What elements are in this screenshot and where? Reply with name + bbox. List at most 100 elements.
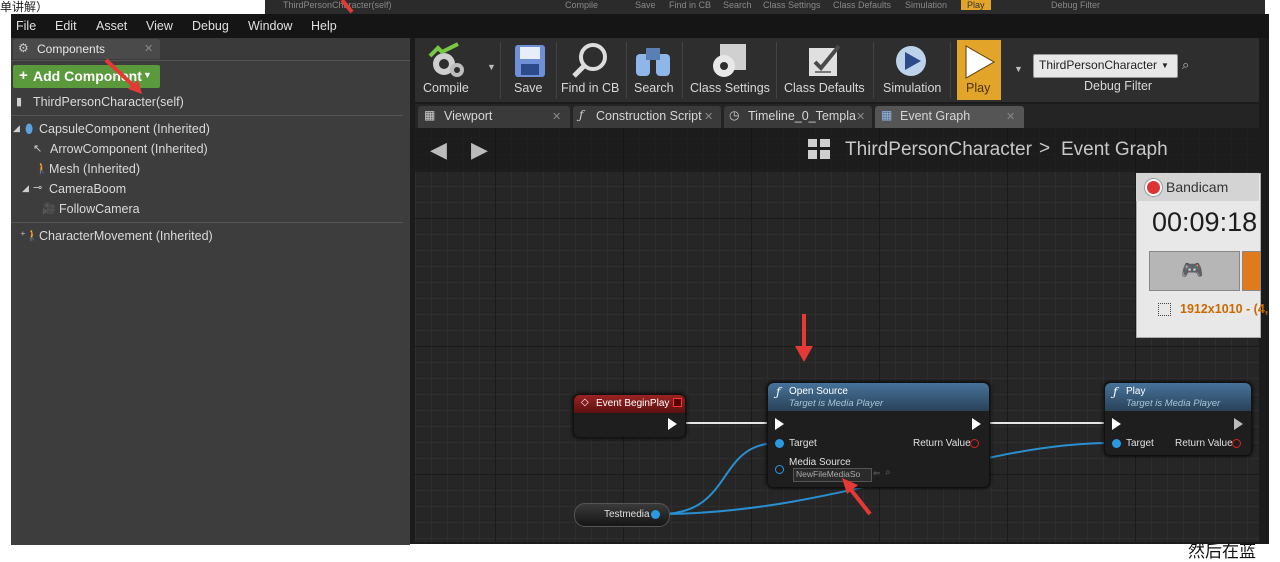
close-icon[interactable]: ✕ — [552, 110, 561, 123]
node-subtitle: Target is Media Player — [789, 398, 884, 409]
simulation-label: Simulation — [883, 81, 942, 95]
class-defaults-icon — [809, 44, 841, 76]
strip-item: Play — [961, 0, 991, 10]
toolbar-divider — [776, 42, 777, 98]
play-icon — [965, 45, 996, 79]
strip-item: Simulation — [905, 0, 948, 10]
event-icon: ◇ — [581, 397, 589, 408]
node-title: Open Source — [789, 386, 848, 397]
return-value-pin[interactable] — [970, 439, 979, 448]
node-subtitle: Target is Media Player — [1126, 398, 1221, 409]
menu-asset[interactable]: Asset — [96, 19, 127, 33]
class-settings-icon — [713, 44, 746, 77]
exec-out-pin[interactable] — [1234, 418, 1243, 430]
tree-item-arrow[interactable]: ArrowComponent (Inherited) — [50, 142, 208, 156]
node-title: Play — [1126, 386, 1146, 397]
debug-filter-value: ThirdPersonCharacter — [1039, 58, 1158, 72]
annotation-arrow-icon — [340, 0, 354, 14]
close-icon[interactable]: ✕ — [144, 42, 153, 55]
annotation-arrow-icon — [795, 314, 813, 362]
capsule-icon: ⬮ — [25, 121, 34, 136]
tree-item-self[interactable]: ThirdPersonCharacter(self) — [33, 95, 184, 109]
variable-out-pin[interactable] — [651, 510, 660, 519]
pin-label: Target — [789, 438, 817, 449]
menu-edit[interactable]: Edit — [55, 19, 77, 33]
gamepad-icon: 🎮 — [1181, 260, 1204, 280]
class-defaults-label: Class Defaults — [784, 81, 865, 95]
delegate-pin-icon[interactable] — [673, 398, 682, 407]
toolbar-divider — [500, 42, 501, 98]
movement-icon: ⁺🚶 — [20, 230, 40, 242]
components-tab-label: Components — [37, 42, 106, 56]
search-icon[interactable]: ⌕ — [1182, 57, 1189, 73]
tree-item-followcamera[interactable]: FollowCamera — [59, 202, 140, 216]
search-binoculars-icon — [636, 48, 670, 76]
exec-out-pin[interactable] — [972, 418, 981, 430]
background-window-strip: ThirdPersonCharacter(self) Compile Save … — [265, 0, 1265, 14]
function-icon: ƒ — [579, 108, 584, 122]
timeline-icon: ◷ — [729, 108, 740, 122]
divider — [11, 222, 403, 223]
tree-item-charactermovement[interactable]: CharacterMovement (Inherited) — [39, 229, 213, 243]
expand-triangle-icon[interactable]: ◢ — [22, 183, 29, 194]
tree-item-cameraboom[interactable]: CameraBoom — [49, 182, 126, 196]
divider — [11, 115, 403, 116]
find-in-cb-label: Find in CB — [561, 81, 620, 95]
tab-label: Event Graph — [900, 109, 971, 123]
exec-in-pin[interactable] — [775, 418, 784, 430]
target-pin[interactable] — [775, 439, 784, 448]
node-title: Event BeginPlay — [596, 398, 670, 409]
debug-filter-label: Debug Filter — [1084, 79, 1153, 93]
exec-out-pin[interactable] — [668, 418, 677, 430]
search-label: Search — [634, 81, 674, 95]
region-checkbox[interactable] — [1158, 303, 1171, 316]
target-pin[interactable] — [1112, 439, 1121, 448]
compile-icon — [428, 42, 464, 77]
arrow-icon: ↖ — [33, 143, 43, 155]
compile-label: Compile — [423, 81, 469, 95]
tree-item-mesh[interactable]: Mesh (Inherited) — [49, 162, 140, 176]
use-selected-icon[interactable]: ⇐ — [873, 468, 881, 479]
strip-item: Find in CB — [669, 0, 712, 10]
close-icon[interactable]: ✕ — [1006, 110, 1015, 123]
components-icon: ⚙ — [18, 41, 29, 55]
tab-label: Construction Script — [596, 109, 702, 123]
menu-help[interactable]: Help — [311, 19, 337, 33]
chevron-down-icon[interactable]: ▼ — [487, 62, 496, 72]
tree-item-capsule[interactable]: CapsuleComponent (Inherited) — [39, 122, 210, 136]
actor-icon: ▮ — [16, 96, 23, 108]
mesh-icon: 🚶 — [35, 163, 49, 175]
pin-label: Return Value — [913, 438, 971, 449]
class-settings-label: Class Settings — [690, 81, 770, 95]
viewport-icon: ▦ — [424, 108, 436, 122]
pin-label: Target — [1126, 438, 1154, 449]
pin-label: Media Source — [789, 457, 851, 468]
menu-file[interactable]: File — [16, 19, 36, 33]
screen-mode-button[interactable] — [1242, 251, 1261, 291]
menu-view[interactable]: View — [146, 19, 173, 33]
chevron-down-icon[interactable]: ▼ — [1014, 64, 1023, 74]
save-icon — [515, 45, 545, 77]
tab-viewport[interactable] — [418, 106, 570, 128]
exec-in-pin[interactable] — [1112, 418, 1121, 430]
media-source-pin[interactable] — [775, 465, 784, 474]
background-text: 单讲解） — [0, 0, 49, 14]
close-icon[interactable]: ✕ — [704, 110, 713, 123]
node-title: Testmedia — [604, 509, 650, 520]
annotation-arrow-icon — [842, 478, 872, 516]
close-icon[interactable]: ✕ — [856, 110, 865, 123]
function-icon: ƒ — [1113, 385, 1118, 399]
menu-bar: File Edit Asset View Debug Window Help — [11, 14, 1269, 38]
annotation-arrow-icon — [104, 58, 142, 94]
toolbar-divider — [626, 42, 627, 98]
expand-triangle-icon[interactable]: ◢ — [13, 123, 20, 134]
function-icon: ƒ — [776, 385, 781, 399]
strip-item: Search — [723, 0, 752, 10]
record-icon[interactable] — [1145, 179, 1162, 196]
menu-window[interactable]: Window — [248, 19, 292, 33]
tab-label: Viewport — [444, 109, 493, 123]
menu-debug[interactable]: Debug — [192, 19, 229, 33]
browse-icon[interactable]: ⌕ — [885, 467, 891, 478]
return-value-pin[interactable] — [1232, 439, 1241, 448]
strip-item: Class Defaults — [833, 0, 892, 10]
